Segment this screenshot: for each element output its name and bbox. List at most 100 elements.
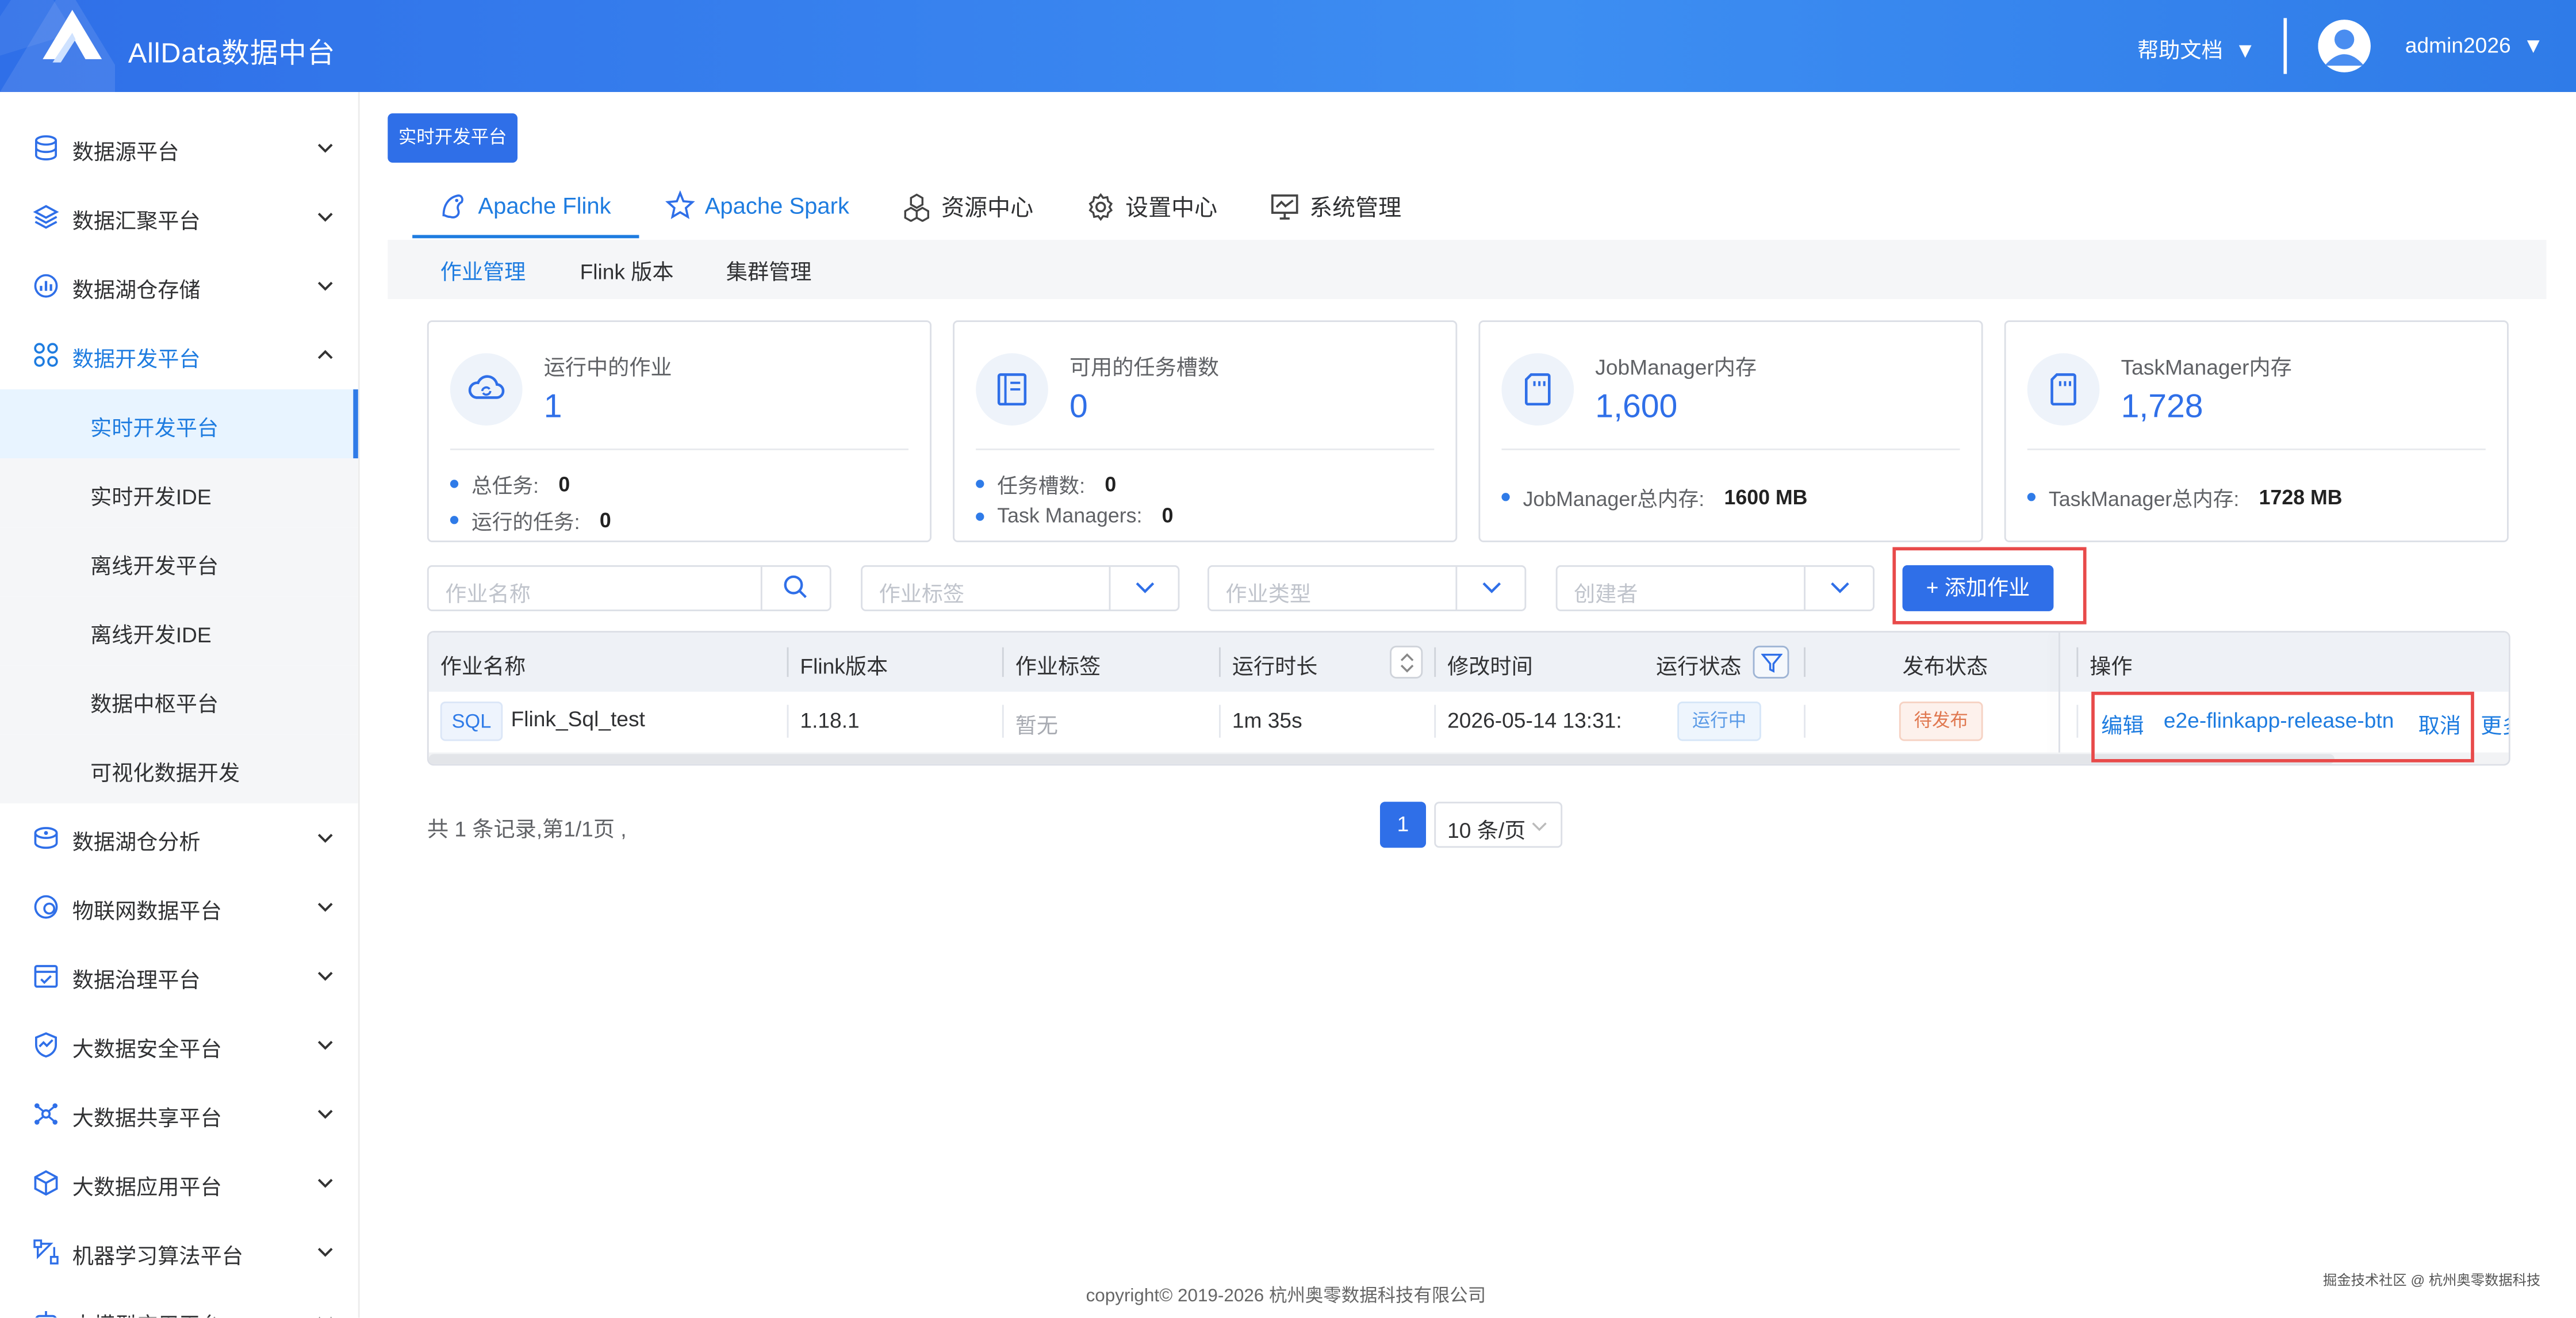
cell-separator — [787, 704, 789, 738]
check-calendar-icon — [34, 965, 58, 988]
sidebar-subitem-realtime-platform[interactable]: 实时开发平台 — [0, 389, 358, 459]
footer-copyright: copyright© 2019-2026 杭州奥零数据科技有限公司 — [1086, 1286, 1486, 1306]
chevron-down-icon — [317, 1248, 333, 1257]
cell-separator — [1219, 704, 1221, 738]
active-tab-underline — [412, 235, 639, 239]
sidebar-item-application[interactable]: 大数据应用平台 — [0, 1148, 358, 1217]
sidebar-subitem-visual-dev[interactable]: 可视化数据开发 — [0, 734, 358, 804]
sidebar-item-lakehouse-analysis[interactable]: 数据湖仓分析 — [0, 803, 358, 872]
chevron-down-icon — [319, 1317, 332, 1318]
tab-label: 系统管理 — [1309, 194, 1402, 220]
sidebar-item-data-development[interactable]: 数据开发平台 — [0, 320, 358, 389]
scrollbar-thumb[interactable] — [428, 754, 2334, 764]
user-avatar-icon[interactable] — [2318, 20, 2371, 72]
search-icon — [784, 575, 807, 598]
sidebar-subitem-offline-ide[interactable]: 离线开发IDE — [0, 596, 358, 666]
cell-separator — [1434, 704, 1436, 738]
stat-card-jobmanager-memory: JobManager内存 1,600 JobManager总内存: 1600 MB — [1478, 320, 1983, 542]
cell-separator — [1002, 704, 1004, 738]
stat-label: 运行的任务: — [471, 511, 580, 534]
cell-separator — [2076, 704, 2079, 738]
stat-value: 0 — [599, 508, 611, 532]
sidebar-subitem-data-hub[interactable]: 数据中枢平台 — [0, 665, 358, 735]
column-header: 运行状态 — [1656, 654, 1742, 679]
sidebar-item-label: 数据湖仓分析 — [72, 829, 201, 855]
more-link[interactable]: 更多 — [2481, 708, 2509, 739]
tab-apache-flink[interactable]: Apache Flink — [439, 190, 611, 220]
chevron-down-icon — [317, 144, 333, 153]
sidebar-subitem-offline-platform[interactable]: 离线开发平台 — [0, 527, 358, 597]
select-dropdown-button[interactable] — [1455, 566, 1524, 610]
watermark: 掘金技术社区 @ 杭州奥零数据科技 — [2323, 1271, 2541, 1288]
tab-settings-center[interactable]: 设置中心 — [1086, 190, 1217, 223]
sort-button[interactable] — [1390, 645, 1423, 679]
job-tag-select[interactable]: 作业标签 — [861, 565, 1180, 611]
tab-system-management[interactable]: 系统管理 — [1270, 190, 1402, 223]
chevron-down-icon — [1532, 822, 1547, 832]
card-title: 运行中的作业 — [543, 355, 672, 380]
job-name-search-input[interactable]: 作业名称 — [427, 565, 831, 611]
user-menu[interactable]: admin2026 ▼ — [2405, 33, 2544, 58]
column-separator — [2076, 647, 2079, 677]
column-header: 作业标签 — [1015, 654, 1101, 679]
sd-card-icon — [2027, 353, 2100, 426]
page-size-select[interactable]: 10 条/页 — [1434, 802, 1563, 848]
sidebar-item-iot[interactable]: 物联网数据平台 — [0, 872, 358, 941]
bullet-dot — [450, 516, 459, 524]
bullet-dot — [450, 480, 459, 488]
cubes-icon — [904, 193, 929, 222]
chevron-down-icon — [317, 1179, 333, 1188]
sidebar-item-label: 数据源平台 — [72, 139, 179, 164]
input-placeholder: 作业类型 — [1225, 581, 1312, 607]
card-stat-row: 任务槽数: 0 — [976, 468, 1116, 499]
card-divider — [450, 449, 908, 450]
search-button[interactable] — [760, 566, 830, 610]
sidebar-item-llm-apps[interactable]: 大模型应用平台 — [0, 1286, 358, 1318]
sidebar-item-aggregation[interactable]: 数据汇聚平台 — [0, 182, 358, 251]
column-separator — [1804, 647, 1805, 677]
select-dropdown-button[interactable] — [1109, 566, 1178, 610]
sd-card-icon — [1501, 353, 1574, 426]
page-size-label: 10 条/页 — [1447, 818, 1526, 843]
sidebar-subitem-realtime-ide[interactable]: 实时开发IDE — [0, 458, 358, 528]
chart-box-icon — [34, 274, 58, 298]
tab-resource-center[interactable]: 资源中心 — [902, 190, 1033, 223]
creator-select[interactable]: 创建者 — [1555, 565, 1874, 611]
sidebar-item-ml-algorithms[interactable]: 机器学习算法平台 — [0, 1217, 358, 1286]
stat-value: 0 — [558, 472, 570, 496]
card-stat-row: 总任务: 0 — [450, 468, 570, 499]
actions-highlight-box — [2091, 691, 2474, 763]
sidebar-item-governance[interactable]: 数据治理平台 — [0, 941, 358, 1010]
subtab-flink-version[interactable]: Flink 版本 — [580, 255, 674, 286]
realtime-platform-breadcrumb-button[interactable]: 实时开发平台 — [388, 113, 518, 163]
job-type-select[interactable]: 作业类型 — [1208, 565, 1527, 611]
status-filter-button[interactable] — [1753, 645, 1789, 679]
input-placeholder: 作业标签 — [879, 581, 965, 607]
stat-value: 1728 MB — [2259, 485, 2343, 509]
filter-icon — [1761, 653, 1782, 673]
column-separator — [1002, 647, 1004, 677]
cube-icon — [34, 1170, 58, 1196]
sidebar-item-lakehouse-storage[interactable]: 数据湖仓存储 — [0, 251, 358, 320]
layers-icon — [33, 205, 59, 229]
alldata-logo-icon — [0, 0, 115, 92]
dropdown-arrow-icon: ▼ — [2523, 33, 2544, 58]
subtab-cluster-management[interactable]: 集群管理 — [726, 255, 812, 286]
page-number-button[interactable]: 1 — [1380, 802, 1426, 848]
sidebar-item-datasource[interactable]: 数据源平台 — [0, 113, 358, 182]
chevron-down-icon — [1831, 582, 1849, 593]
sidebar-subitem-label: 可视化数据开发 — [90, 760, 240, 786]
monitor-chart-icon — [1271, 194, 1298, 220]
help-docs-menu[interactable]: 帮助文档 ▼ — [2137, 33, 2256, 64]
gear-icon — [1088, 193, 1113, 221]
tab-apache-spark[interactable]: Apache Spark — [665, 190, 849, 220]
stat-label: 任务槽数: — [997, 474, 1086, 498]
sidebar-item-sharing[interactable]: 大数据共享平台 — [0, 1079, 358, 1148]
select-dropdown-button[interactable] — [1804, 566, 1873, 610]
subtab-job-management[interactable]: 作业管理 — [440, 255, 526, 286]
card-value: 1,600 — [1595, 389, 1678, 426]
sidebar-item-security[interactable]: 大数据安全平台 — [0, 1010, 358, 1079]
column-header: 作业名称 — [440, 654, 526, 679]
bullet-dot — [976, 480, 984, 488]
column-header: Flink版本 — [800, 654, 888, 679]
